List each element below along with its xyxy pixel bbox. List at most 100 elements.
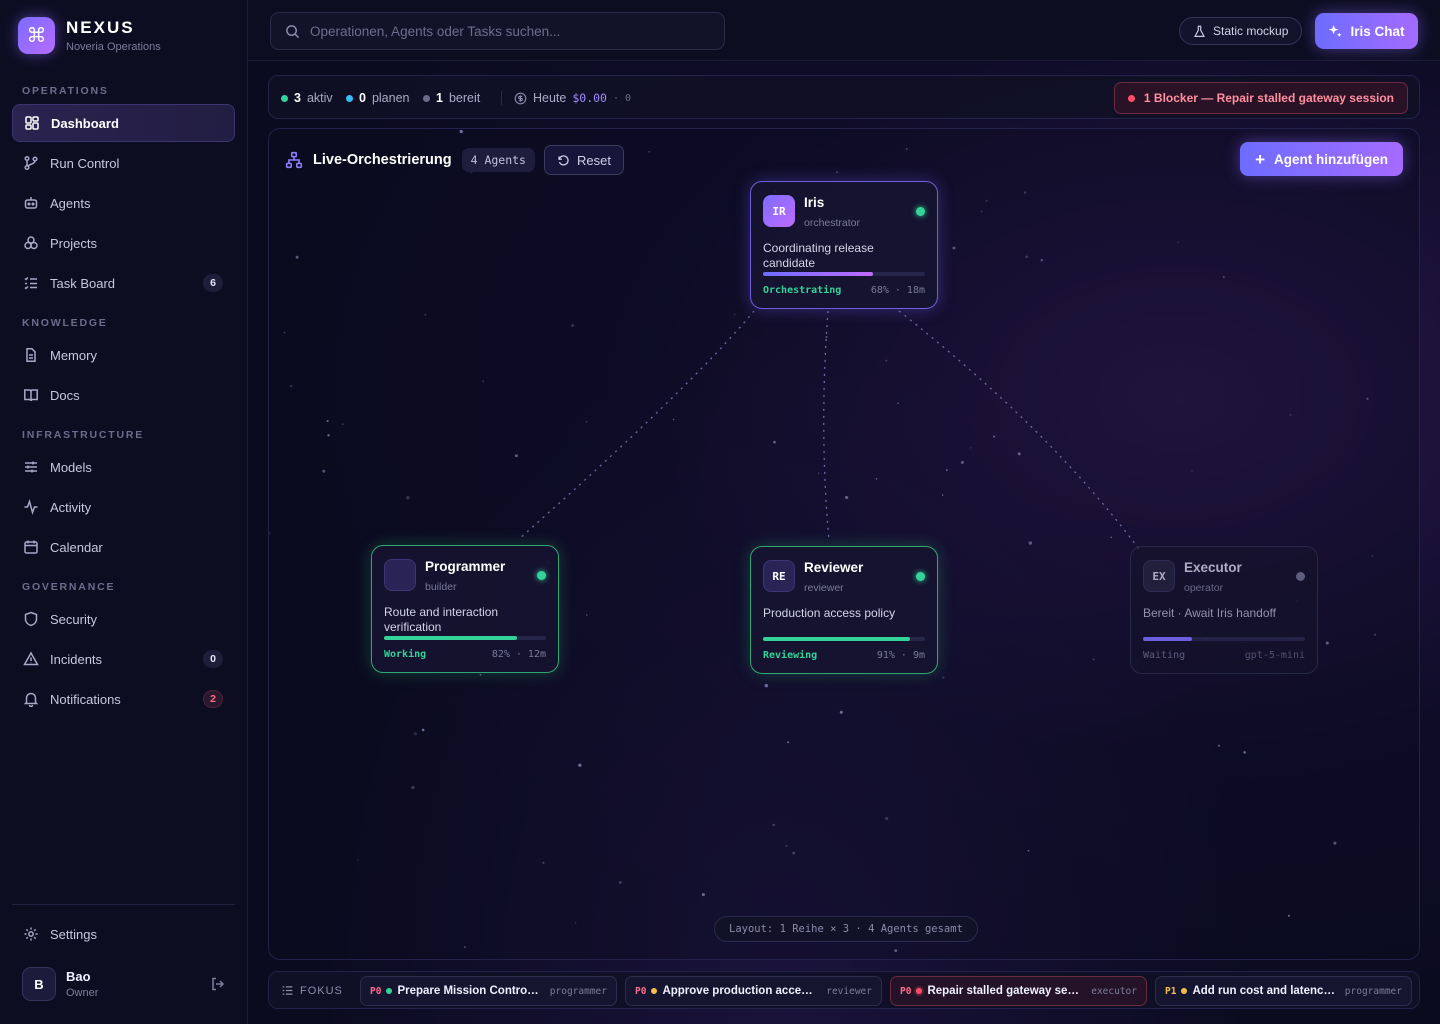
- sidebar-item-label: Projects: [50, 235, 97, 251]
- user-profile[interactable]: B Bao Owner: [22, 967, 226, 1001]
- sidebar-item-label: Settings: [50, 926, 97, 942]
- bell-icon: [23, 691, 39, 707]
- agent-card-reviewer[interactable]: RE Reviewer reviewer Production access p…: [750, 546, 938, 674]
- notifications-count-badge: 2: [203, 690, 223, 708]
- nav-section-infrastructure: INFRASTRUCTURE: [22, 429, 145, 441]
- sidebar-item-activity[interactable]: Activity: [12, 488, 235, 526]
- sidebar-item-docs[interactable]: Docs: [12, 376, 235, 414]
- static-mockup-label: Static mockup: [1213, 24, 1289, 38]
- sidebar-item-label: Docs: [50, 387, 80, 403]
- agent-avatar: EX: [1143, 560, 1175, 592]
- calendar-icon: [23, 539, 39, 555]
- hierarchy-icon: [285, 151, 303, 169]
- sidebar-item-notifications[interactable]: Notifications 2: [12, 680, 235, 718]
- agent-task: Production access policy: [763, 606, 896, 620]
- activity-icon: [23, 499, 39, 515]
- sidebar-item-label: Models: [50, 459, 92, 475]
- command-icon: ⌘: [18, 17, 55, 54]
- sidebar-item-label: Notifications: [50, 691, 121, 707]
- agent-role: orchestrator: [804, 217, 861, 229]
- add-agent-button[interactable]: + Agent hinzufügen: [1240, 142, 1403, 176]
- brand[interactable]: ⌘ NEXUS Noveria Operations: [18, 17, 161, 54]
- agent-meta: gpt-5-mini: [1244, 650, 1305, 661]
- nav-section-operations: OPERATIONS: [22, 85, 109, 97]
- sidebar-item-calendar[interactable]: Calendar: [12, 528, 235, 566]
- iris-chat-label: Iris Chat: [1350, 23, 1405, 39]
- sidebar-item-label: Memory: [50, 347, 97, 363]
- blocker-alert[interactable]: 1 Blocker — Repair stalled gateway sessi…: [1113, 82, 1408, 114]
- sidebar-item-label: Incidents: [50, 651, 103, 667]
- user-role: Owner: [66, 987, 99, 999]
- reset-icon: [557, 154, 570, 167]
- agent-status-label: Waiting: [1143, 650, 1186, 661]
- agent-status-dot: [537, 571, 546, 580]
- iris-chat-button[interactable]: Iris Chat: [1315, 13, 1418, 49]
- bot-icon: [23, 195, 39, 211]
- agent-task: Bereit · Await Iris handoff: [1143, 606, 1276, 620]
- agent-card-iris[interactable]: IR Iris orchestrator Coordinating releas…: [750, 181, 938, 309]
- search-input[interactable]: [310, 23, 710, 39]
- agent-card-programmer[interactable]: Programmer builder Route and interaction…: [371, 545, 559, 673]
- layout-info: Layout: 1 Reihe × 3 · 4 Agents gesamt: [714, 916, 978, 942]
- sidebar-item-task-board[interactable]: Task Board 6: [12, 264, 235, 302]
- sidebar-item-label: Security: [50, 611, 97, 627]
- focus-item[interactable]: P0 Approve production access ... reviewe…: [625, 976, 882, 1006]
- agent-status-label: Working: [384, 649, 427, 660]
- brand-name: NEXUS: [66, 18, 135, 37]
- brand-subtitle: Noveria Operations: [66, 41, 161, 53]
- stat-ready: 1 bereit: [423, 91, 480, 105]
- stat-planning: 0 planen: [346, 91, 410, 105]
- avatar: B: [22, 967, 56, 1001]
- reset-label: Reset: [576, 152, 611, 168]
- agent-status-dot: [1296, 572, 1305, 581]
- focus-label: FOKUS: [281, 984, 343, 997]
- agent-avatar: [384, 559, 416, 591]
- sidebar-divider: [12, 904, 235, 905]
- sidebar-item-agents[interactable]: Agents: [12, 184, 235, 222]
- focus-item[interactable]: P0 Repair stalled gateway sessi... execu…: [890, 976, 1147, 1006]
- document-icon: [23, 347, 39, 363]
- orchestration-title: Live-Orchestrierung: [313, 152, 452, 168]
- agent-role: builder: [425, 581, 457, 593]
- user-name: Bao: [66, 969, 91, 984]
- focus-item[interactable]: P1 Add run cost and latency b... program…: [1155, 976, 1412, 1006]
- agent-status-dot: [916, 572, 925, 581]
- sidebar-item-run-control[interactable]: Run Control: [12, 144, 235, 182]
- agent-status-dot: [916, 207, 925, 216]
- sidebar-item-label: Run Control: [50, 155, 120, 171]
- agent-progress-bar: [384, 636, 546, 640]
- focus-bar: FOKUS P0 Prepare Mission Control r... pr…: [268, 971, 1420, 1009]
- agent-meta: 68% · 18m: [870, 285, 925, 296]
- static-mockup-button[interactable]: Static mockup: [1179, 17, 1303, 45]
- agent-count-badge: 4 Agents: [461, 148, 535, 172]
- sidebar-item-security[interactable]: Security: [12, 600, 235, 638]
- logout-icon[interactable]: [210, 976, 226, 997]
- projects-icon: [23, 235, 39, 251]
- search-icon: [285, 24, 300, 39]
- agent-meta: 82% · 12m: [491, 649, 546, 660]
- agent-name: Programmer: [425, 559, 506, 574]
- reset-button[interactable]: Reset: [543, 145, 624, 175]
- sidebar-item-label: Dashboard: [51, 115, 119, 131]
- agent-card-executor[interactable]: EX Executor operator Bereit · Await Iris…: [1130, 546, 1318, 674]
- agent-name: Iris: [804, 195, 825, 210]
- sidebar-item-projects[interactable]: Projects: [12, 224, 235, 262]
- sidebar-item-label: Task Board: [50, 275, 116, 291]
- sidebar-item-incidents[interactable]: Incidents 0: [12, 640, 235, 678]
- sidebar-item-models[interactable]: Models: [12, 448, 235, 486]
- agent-meta: 91% · 9m: [876, 650, 925, 661]
- sidebar-item-memory[interactable]: Memory: [12, 336, 235, 374]
- agent-task: Route and interaction verification: [384, 605, 499, 634]
- orchestration-panel: Live-Orchestrierung 4 Agents Reset + Age…: [268, 128, 1420, 960]
- search-box[interactable]: [270, 12, 725, 50]
- agent-name: Executor: [1184, 560, 1242, 575]
- sidebar-item-dashboard[interactable]: Dashboard: [12, 104, 235, 142]
- add-agent-label: Agent hinzufügen: [1274, 151, 1388, 167]
- agent-avatar: IR: [763, 195, 795, 227]
- focus-item[interactable]: P0 Prepare Mission Control r... programm…: [360, 976, 617, 1006]
- sidebar-item-settings[interactable]: Settings: [12, 915, 235, 953]
- branch-icon: [23, 155, 39, 171]
- agent-progress-bar: [763, 637, 925, 641]
- top-bar: Static mockup Iris Chat: [248, 0, 1440, 61]
- sidebar: ⌘ NEXUS Noveria Operations OPERATIONS Da…: [0, 0, 248, 1024]
